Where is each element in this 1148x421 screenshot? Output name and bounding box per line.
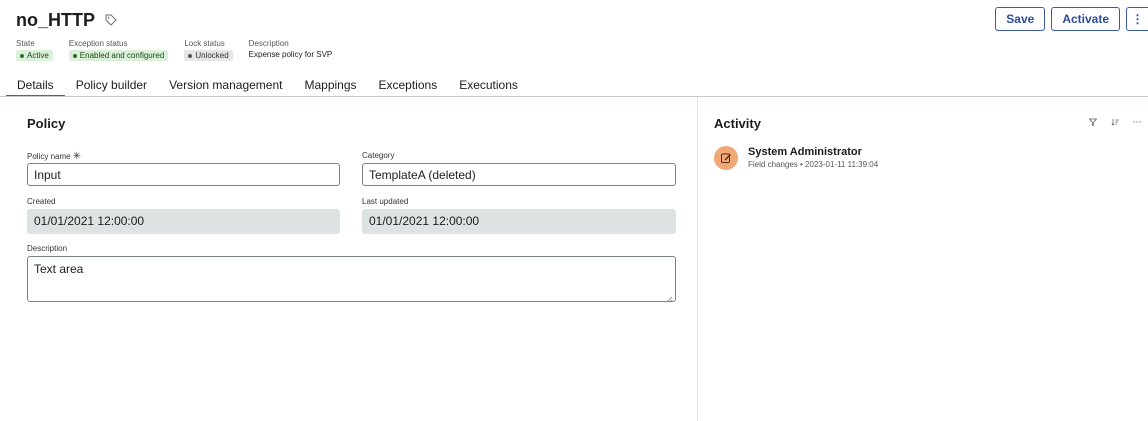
meta-label: State bbox=[16, 39, 35, 48]
tab-exceptions[interactable]: Exceptions bbox=[368, 74, 449, 97]
description-label: Description bbox=[27, 244, 68, 253]
lock-status-badge: Unlocked bbox=[184, 50, 233, 61]
exception-status-badge: Enabled and configured bbox=[68, 50, 169, 61]
policy-name-input[interactable]: Input bbox=[27, 163, 340, 186]
tab-policy-builder[interactable]: Policy builder bbox=[65, 74, 158, 97]
meta-label: Description bbox=[248, 39, 289, 48]
tab-executions[interactable]: Executions bbox=[448, 74, 529, 97]
last-updated-label: Last updated bbox=[362, 197, 409, 206]
meta-state: State Active bbox=[16, 39, 53, 61]
resize-handle-icon[interactable] bbox=[666, 292, 673, 303]
created-label: Created bbox=[27, 197, 56, 206]
activity-user-name[interactable]: System Administrator bbox=[748, 146, 878, 158]
sort-icon[interactable] bbox=[1110, 117, 1120, 127]
more-actions-button[interactable]: ⋮ bbox=[1126, 7, 1148, 31]
tab-bar: Details Policy builder Version managemen… bbox=[6, 74, 1148, 97]
category-label: Category bbox=[362, 151, 395, 160]
tab-details[interactable]: Details bbox=[6, 74, 65, 97]
state-badge: Active bbox=[16, 50, 53, 61]
activity-entry: System Administrator Field changes • 202… bbox=[714, 146, 878, 170]
avatar bbox=[714, 146, 738, 170]
meta-label: Lock status bbox=[184, 39, 225, 48]
record-title: no_HTTP bbox=[16, 10, 95, 30]
edit-icon bbox=[721, 153, 731, 163]
record-header: no_HTTP State Active Exception status En… bbox=[16, 10, 332, 61]
record-meta: State Active Exception status Enabled an… bbox=[16, 39, 332, 61]
description-textarea[interactable]: Text area bbox=[27, 256, 676, 303]
activity-toolbar bbox=[1088, 117, 1142, 127]
description-value: Expense policy for SVP bbox=[248, 50, 333, 59]
last-updated-field: 01/01/2021 12:00:00 bbox=[362, 209, 676, 234]
filter-icon[interactable] bbox=[1088, 117, 1098, 127]
exception-status-value: Enabled and configured bbox=[79, 51, 165, 60]
policy-panel: Policy Policy name ✳ Input Category Templ… bbox=[0, 97, 698, 421]
meta-label: Exception status bbox=[68, 39, 128, 48]
activate-button[interactable]: Activate bbox=[1051, 7, 1120, 31]
activity-panel: Activity System Administrator Field chan… bbox=[699, 97, 1148, 421]
activity-title: Activity bbox=[714, 116, 761, 131]
required-icon: ✳ bbox=[72, 151, 81, 162]
lock-status-value: Unlocked bbox=[195, 51, 229, 60]
meta-description: Description Expense policy for SVP bbox=[249, 39, 333, 61]
category-field[interactable]: TemplateA (deleted) bbox=[362, 163, 676, 186]
tag-icon[interactable] bbox=[105, 14, 119, 28]
policy-name-label: Policy name ✳ bbox=[27, 151, 81, 162]
state-value: Active bbox=[27, 51, 49, 60]
activity-detail: Field changes • 2023-01-11 11:39:04 bbox=[748, 160, 879, 169]
created-field: 01/01/2021 12:00:00 bbox=[27, 209, 340, 234]
meta-exception-status: Exception status Enabled and configured bbox=[68, 39, 169, 61]
description-text: Text area bbox=[34, 262, 84, 276]
policy-name-label-text: Policy name bbox=[27, 152, 71, 161]
save-button[interactable]: Save bbox=[995, 7, 1046, 31]
header-actions: Save Activate ⋮ bbox=[995, 7, 1148, 31]
more-icon[interactable] bbox=[1132, 117, 1142, 127]
meta-lock-status: Lock status Unlocked bbox=[184, 39, 233, 61]
section-title: Policy bbox=[27, 116, 66, 131]
tab-version-management[interactable]: Version management bbox=[158, 74, 293, 97]
tab-mappings[interactable]: Mappings bbox=[293, 74, 367, 97]
